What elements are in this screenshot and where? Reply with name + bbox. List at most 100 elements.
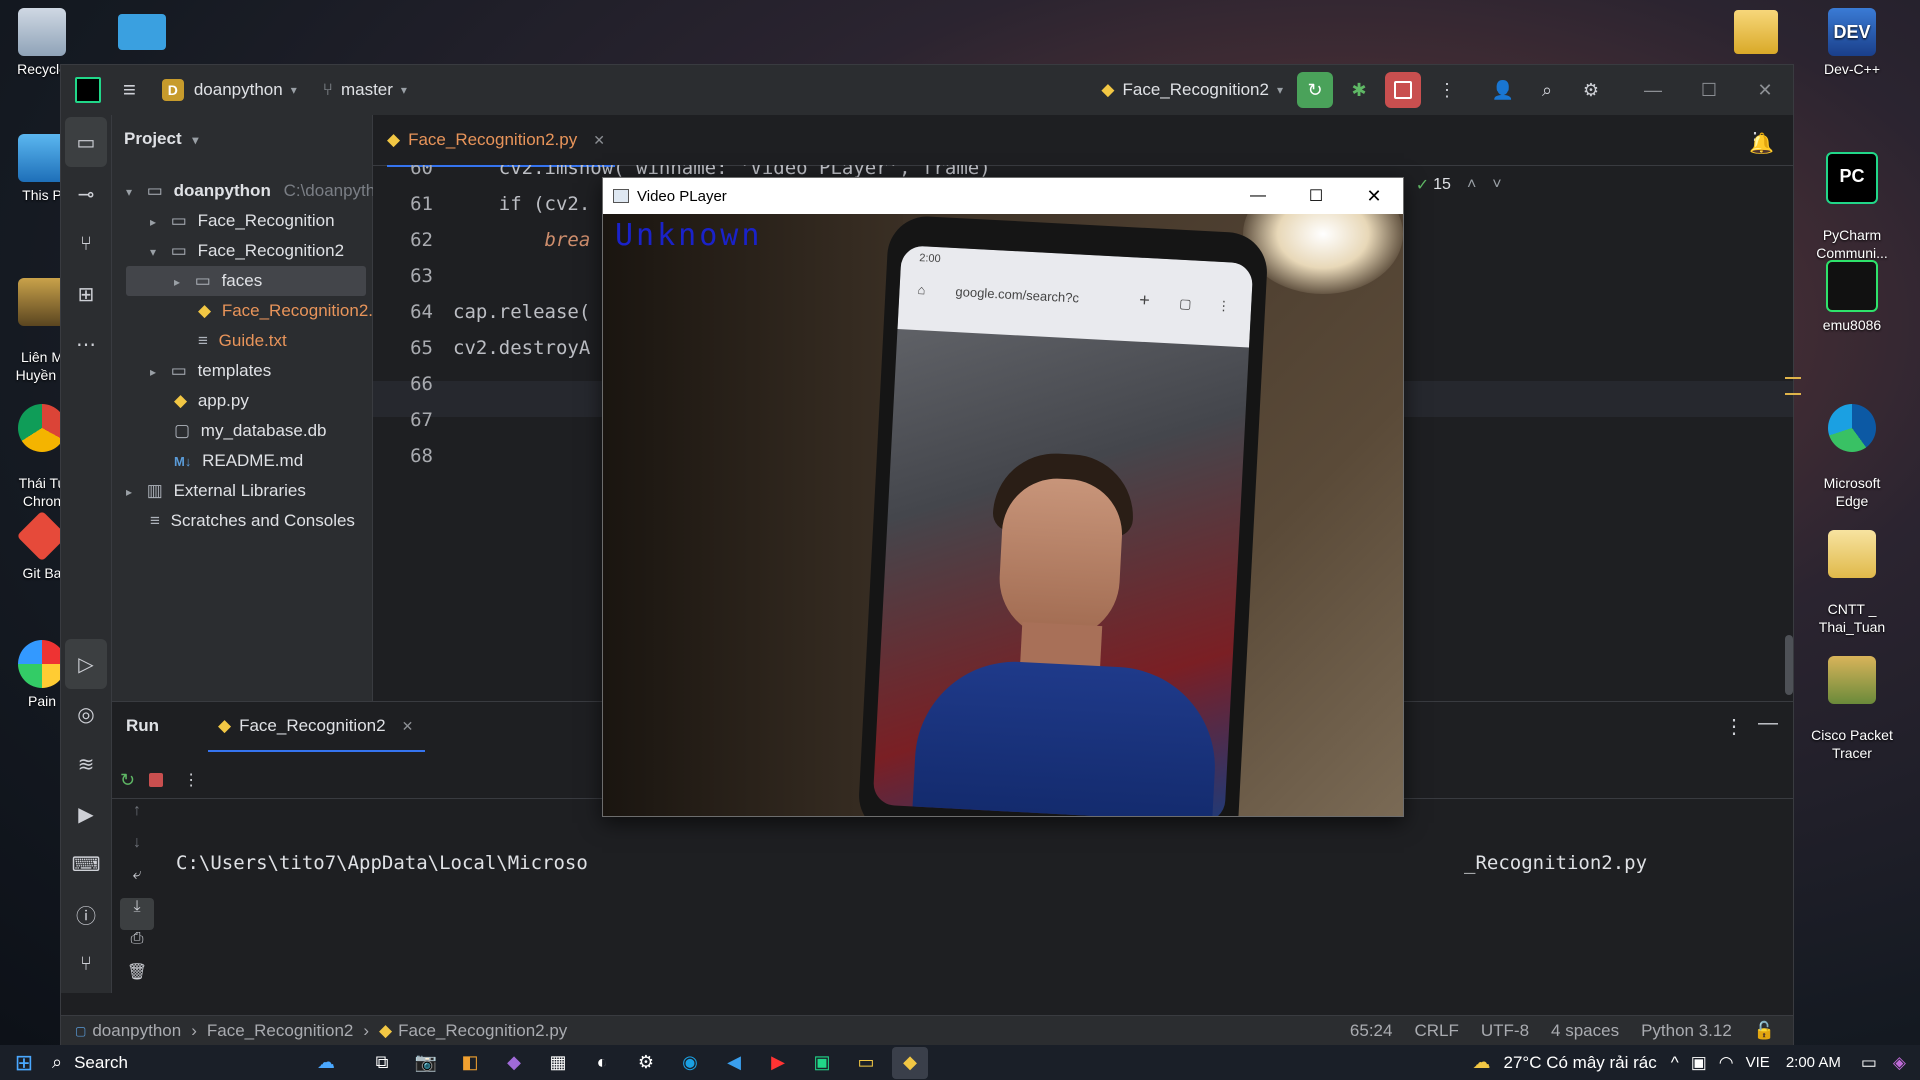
maximize-button[interactable]: ☐ [1691,72,1727,108]
tree-item-face-recognition[interactable]: ▸ ▭ Face_Recognition [150,206,335,236]
run-tab[interactable]: ◆ Face_Recognition2 ✕ [208,702,426,752]
tree-item-readme[interactable]: M↓ README.md [174,446,303,476]
vscode-icon[interactable]: ◀ [716,1047,752,1079]
language-indicator[interactable]: VIE [1746,1054,1770,1071]
print-icon[interactable]: ⎙ [112,930,162,962]
edge-icon[interactable]: ◉ [672,1047,708,1079]
minimize-button[interactable]: — [1229,187,1287,205]
scroll-to-end-icon[interactable]: ⤓ [120,898,154,930]
scroll-up-icon[interactable]: ↑ [112,802,162,834]
scroll-down-icon[interactable]: ↓ [112,834,162,866]
project-tool-icon[interactable]: ▭ [65,117,107,167]
tree-item-external-libraries[interactable]: ▸ ▥ External Libraries [126,476,306,506]
visual-studio-icon[interactable]: ◆ [496,1047,532,1079]
tree-item-face-recognition2[interactable]: ▾ ▭ Face_Recognition2 [150,236,344,266]
problems-icon[interactable]: ⓘ [61,889,111,939]
copilot-icon[interactable]: ◈ [1893,1053,1906,1073]
more-actions-icon[interactable]: ⋮ [1429,72,1465,108]
wifi-icon[interactable]: ◠ [1719,1053,1734,1073]
breadcrumb-folder[interactable]: Face_Recognition2 [207,1021,353,1041]
folder-shortcut-icon[interactable] [1734,10,1778,54]
desktop-icon-edge[interactable]: Microsoft Edge [1810,386,1894,510]
python-taskbar-icon[interactable]: ◆ [892,1046,928,1079]
taskbar-widget-icon[interactable]: ☁ [296,1047,356,1079]
eclipse-icon[interactable]: ◐ [584,1047,620,1079]
windows-start-icon[interactable]: ⊞ [6,1047,42,1079]
control-panel-icon[interactable] [118,14,166,50]
desktop-icon-cntt-folder[interactable]: CNTT _ Thai_Tuan [1810,512,1894,636]
file-explorer-icon[interactable]: ▭ [848,1047,884,1079]
tree-root[interactable]: ▾ ▭ doanpython C:\doanpyth [126,176,375,206]
desktop-icon-cisco[interactable]: Cisco Packet Tracer [1810,638,1894,762]
rerun-icon[interactable]: ↻ [120,770,135,791]
tree-item-scratches[interactable]: ≡ Scratches and Consoles [150,506,355,536]
tree-item-guide-txt[interactable]: ≡ Guide.txt [198,326,287,356]
code-with-me-icon[interactable]: 👤 [1485,72,1521,108]
commit-icon[interactable]: ⊸ [61,169,111,219]
run-config-selector[interactable]: ◆ Face_Recognition2 ▾ [1101,80,1283,100]
file-encoding[interactable]: UTF-8 [1481,1021,1529,1041]
desktop-icon-pycharm[interactable]: PC PyCharm Communi... [1810,134,1894,262]
stop-icon[interactable] [149,773,164,787]
tray-chevron-icon[interactable]: ^ [1671,1053,1679,1073]
structure-icon[interactable]: ⊞ [61,269,111,319]
close-tab-icon[interactable]: ✕ [593,132,605,149]
lock-icon[interactable]: 🔓 [1754,1021,1775,1041]
editor-tab[interactable]: ◆ Face_Recognition2.py ✕ [387,115,615,167]
editor-minimap-marker[interactable] [1785,377,1801,395]
soft-wrap-icon[interactable]: ⤶ [112,866,162,898]
notification-icon[interactable]: ▭ [1861,1053,1877,1073]
breadcrumb-file[interactable]: Face_Recognition2.py [398,1021,567,1041]
network-icon[interactable]: ▣ [1691,1053,1707,1073]
services-icon[interactable]: ▶ [61,789,111,839]
breadcrumb-project[interactable]: doanpython [92,1021,181,1041]
vertical-scrollbar[interactable] [1785,635,1793,695]
taskbar-search[interactable]: ⌕ Search [52,1047,292,1079]
line-ending[interactable]: CRLF [1414,1021,1458,1041]
clear-all-icon[interactable]: 🗑 [112,962,162,994]
tree-item-app-py[interactable]: ◆ app.py [174,386,249,416]
terminal-icon[interactable]: ⌨ [61,839,111,889]
hide-panel-icon[interactable]: — [1758,712,1778,735]
tree-item-templates[interactable]: ▸ ▭ templates [150,356,271,386]
stop-button[interactable] [1385,72,1421,108]
notifications-bell-icon[interactable]: 🔔 [1749,131,1774,156]
tree-item-faces[interactable]: ▸ ▭ faces [174,266,262,296]
maximize-button[interactable]: ☐ [1287,186,1345,206]
task-view-icon[interactable]: ⧉ [364,1047,400,1079]
more-tools-icon[interactable]: ⋯ [61,319,111,369]
close-tab-icon[interactable]: ✕ [402,718,414,735]
git-icon[interactable]: ⑂ [61,939,111,989]
layers-icon[interactable]: ≋ [61,739,111,789]
minimize-button[interactable]: — [1635,72,1671,108]
clock[interactable]: 2:00 AM [1786,1054,1841,1071]
weather-text[interactable]: 27°C Có mây rải rác [1504,1053,1657,1073]
tree-item-database[interactable]: ▢ my_database.db [174,416,327,446]
app-icon[interactable]: ◧ [452,1047,488,1079]
main-menu-button[interactable]: ≡ [123,77,136,103]
branch-switcher[interactable]: ⑂ master ▾ [323,80,407,100]
run-tool-icon[interactable]: ▷ [65,639,107,689]
youtube-icon[interactable]: ▶ [760,1047,796,1079]
more-icon[interactable]: ⋮ [183,770,199,790]
debug-icon[interactable]: ✱ [1341,72,1377,108]
tree-item-face-recognition2-py[interactable]: ◆ Face_Recognition2.p [198,296,382,326]
settings-gear-icon[interactable]: ⚙ [1573,72,1609,108]
rerun-button[interactable]: ↻ [1297,72,1333,108]
python-interpreter[interactable]: Python 3.12 [1641,1021,1732,1041]
camera-app-icon[interactable]: 📷 [408,1047,444,1079]
search-icon[interactable]: ⌕ [1529,72,1565,108]
project-panel-header[interactable]: Project ▾ [124,129,198,149]
close-button[interactable]: ✕ [1747,72,1783,108]
pull-requests-icon[interactable]: ⑂ [61,219,111,269]
calculator-icon[interactable]: ▦ [540,1047,576,1079]
desktop-icon-devcpp[interactable]: DEV Dev-C++ [1810,8,1894,78]
desktop-icon-emu8086[interactable]: emu8086 [1810,260,1894,334]
project-switcher[interactable]: D doanpython ▾ [161,79,297,101]
run-options-icon[interactable]: ⋮ [1724,714,1744,739]
python-console-icon[interactable]: ◎ [61,689,111,739]
indent-setting[interactable]: 4 spaces [1551,1021,1619,1041]
close-button[interactable]: ✕ [1345,186,1403,207]
pycharm-taskbar-icon[interactable]: ▣ [804,1047,840,1079]
settings-icon[interactable]: ⚙ [628,1047,664,1079]
